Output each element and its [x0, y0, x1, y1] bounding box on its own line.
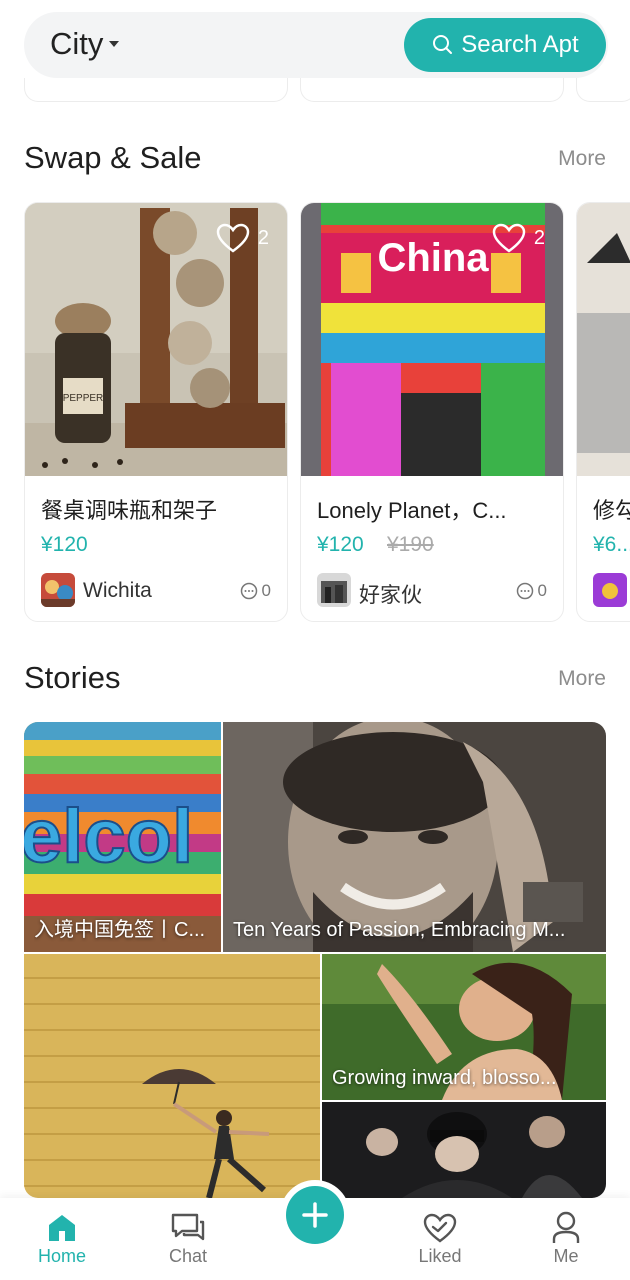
city-selector[interactable]: City — [50, 26, 120, 62]
item-price: ¥6... — [593, 533, 630, 556]
nav-chat-label: Chat — [168, 1246, 208, 1266]
story-tile[interactable]: elcol 入境中国免签丨C... — [24, 722, 221, 952]
item-price: ¥120 — [41, 533, 88, 556]
story-tile[interactable]: Ten Years of Passion, Embracing M... — [223, 722, 606, 952]
comment-icon — [516, 582, 533, 600]
heart-outline-icon — [423, 1213, 457, 1243]
svg-text:elcol: elcol — [24, 794, 193, 879]
item-original-price: ¥190 — [387, 533, 434, 556]
story-tile[interactable] — [322, 1102, 606, 1198]
story-tile[interactable]: Growing inward, blosso... — [322, 954, 606, 1100]
seller-name: 好家伙 — [359, 584, 422, 607]
seller-name: Wichita — [83, 579, 152, 602]
comment-count-value: 0 — [261, 581, 271, 600]
nav-home[interactable]: Home — [22, 1210, 102, 1267]
comment-count: 0 — [516, 581, 547, 601]
story-caption: Growing inward, blosso... — [332, 1067, 557, 1089]
item-photo — [577, 203, 630, 476]
nav-chat[interactable]: Chat — [148, 1210, 228, 1267]
previous-card-peek — [300, 78, 564, 102]
story-caption: 入境中国免签丨C... — [34, 919, 206, 941]
search-apartment-button[interactable]: Search Apt — [404, 18, 606, 72]
like-count: 2 — [533, 226, 545, 249]
home-icon — [49, 1215, 75, 1241]
heart-outline-icon — [492, 223, 526, 253]
item-title: 修勾... — [593, 498, 630, 523]
search-icon — [433, 35, 453, 54]
like-count: 2 — [257, 226, 269, 249]
story-tile[interactable] — [24, 954, 320, 1198]
comment-count: 0 — [240, 581, 271, 601]
pepper-label-text: PEPPER — [63, 393, 104, 404]
swap-card[interactable]: 修勾... ¥6... — [576, 202, 630, 622]
item-title: Lonely Planet，C... — [317, 498, 507, 523]
comment-icon — [240, 582, 257, 600]
person-icon — [552, 1211, 580, 1243]
nav-liked[interactable]: Liked — [400, 1210, 480, 1267]
swap-card[interactable]: PEPPER 2 餐桌调味瓶和架子 ¥120 Wichita 0 — [24, 202, 288, 622]
swap-card[interactable]: China 2 Lonely Planet，C... ¥120 ¥190 好家伙 — [300, 202, 564, 622]
previous-card-peek — [24, 78, 288, 102]
nav-me-label: Me — [553, 1246, 579, 1266]
story-caption: Ten Years of Passion, Embracing M... — [233, 919, 566, 941]
like-toggle[interactable]: 2 — [216, 223, 269, 253]
avatar[interactable] — [317, 573, 351, 607]
nav-liked-label: Liked — [418, 1246, 462, 1266]
search-label: Search Apt — [461, 31, 579, 58]
stories-more-link[interactable]: More — [558, 667, 606, 691]
swap-more-link[interactable]: More — [558, 147, 606, 171]
plus-icon — [302, 1202, 328, 1228]
comment-count-value: 0 — [537, 581, 547, 600]
avatar[interactable] — [593, 573, 627, 607]
create-post-button[interactable] — [286, 1186, 344, 1244]
nav-home-label: Home — [37, 1246, 86, 1266]
avatar[interactable] — [41, 573, 75, 607]
previous-card-peek — [576, 78, 630, 102]
heart-outline-icon — [216, 223, 250, 253]
like-toggle[interactable]: 2 — [492, 223, 545, 253]
cover-china-text: China — [377, 236, 489, 280]
item-title: 餐桌调味瓶和架子 — [41, 498, 218, 523]
nav-me[interactable]: Me — [526, 1210, 606, 1267]
stories-section-title: Stories — [24, 660, 121, 695]
item-price: ¥120 — [317, 533, 364, 556]
chat-icon — [171, 1213, 205, 1241]
caret-down-icon — [109, 41, 120, 47]
stories-grid: elcol 入境中国免签丨C... Ten Years of Passion, … — [24, 722, 606, 1198]
swap-section-title: Swap & Sale — [24, 140, 202, 175]
swap-card-list: PEPPER 2 餐桌调味瓶和架子 ¥120 Wichita 0 China 2… — [24, 202, 630, 622]
top-search-bar: City Search Apt — [24, 12, 608, 78]
city-label: City — [50, 26, 104, 61]
